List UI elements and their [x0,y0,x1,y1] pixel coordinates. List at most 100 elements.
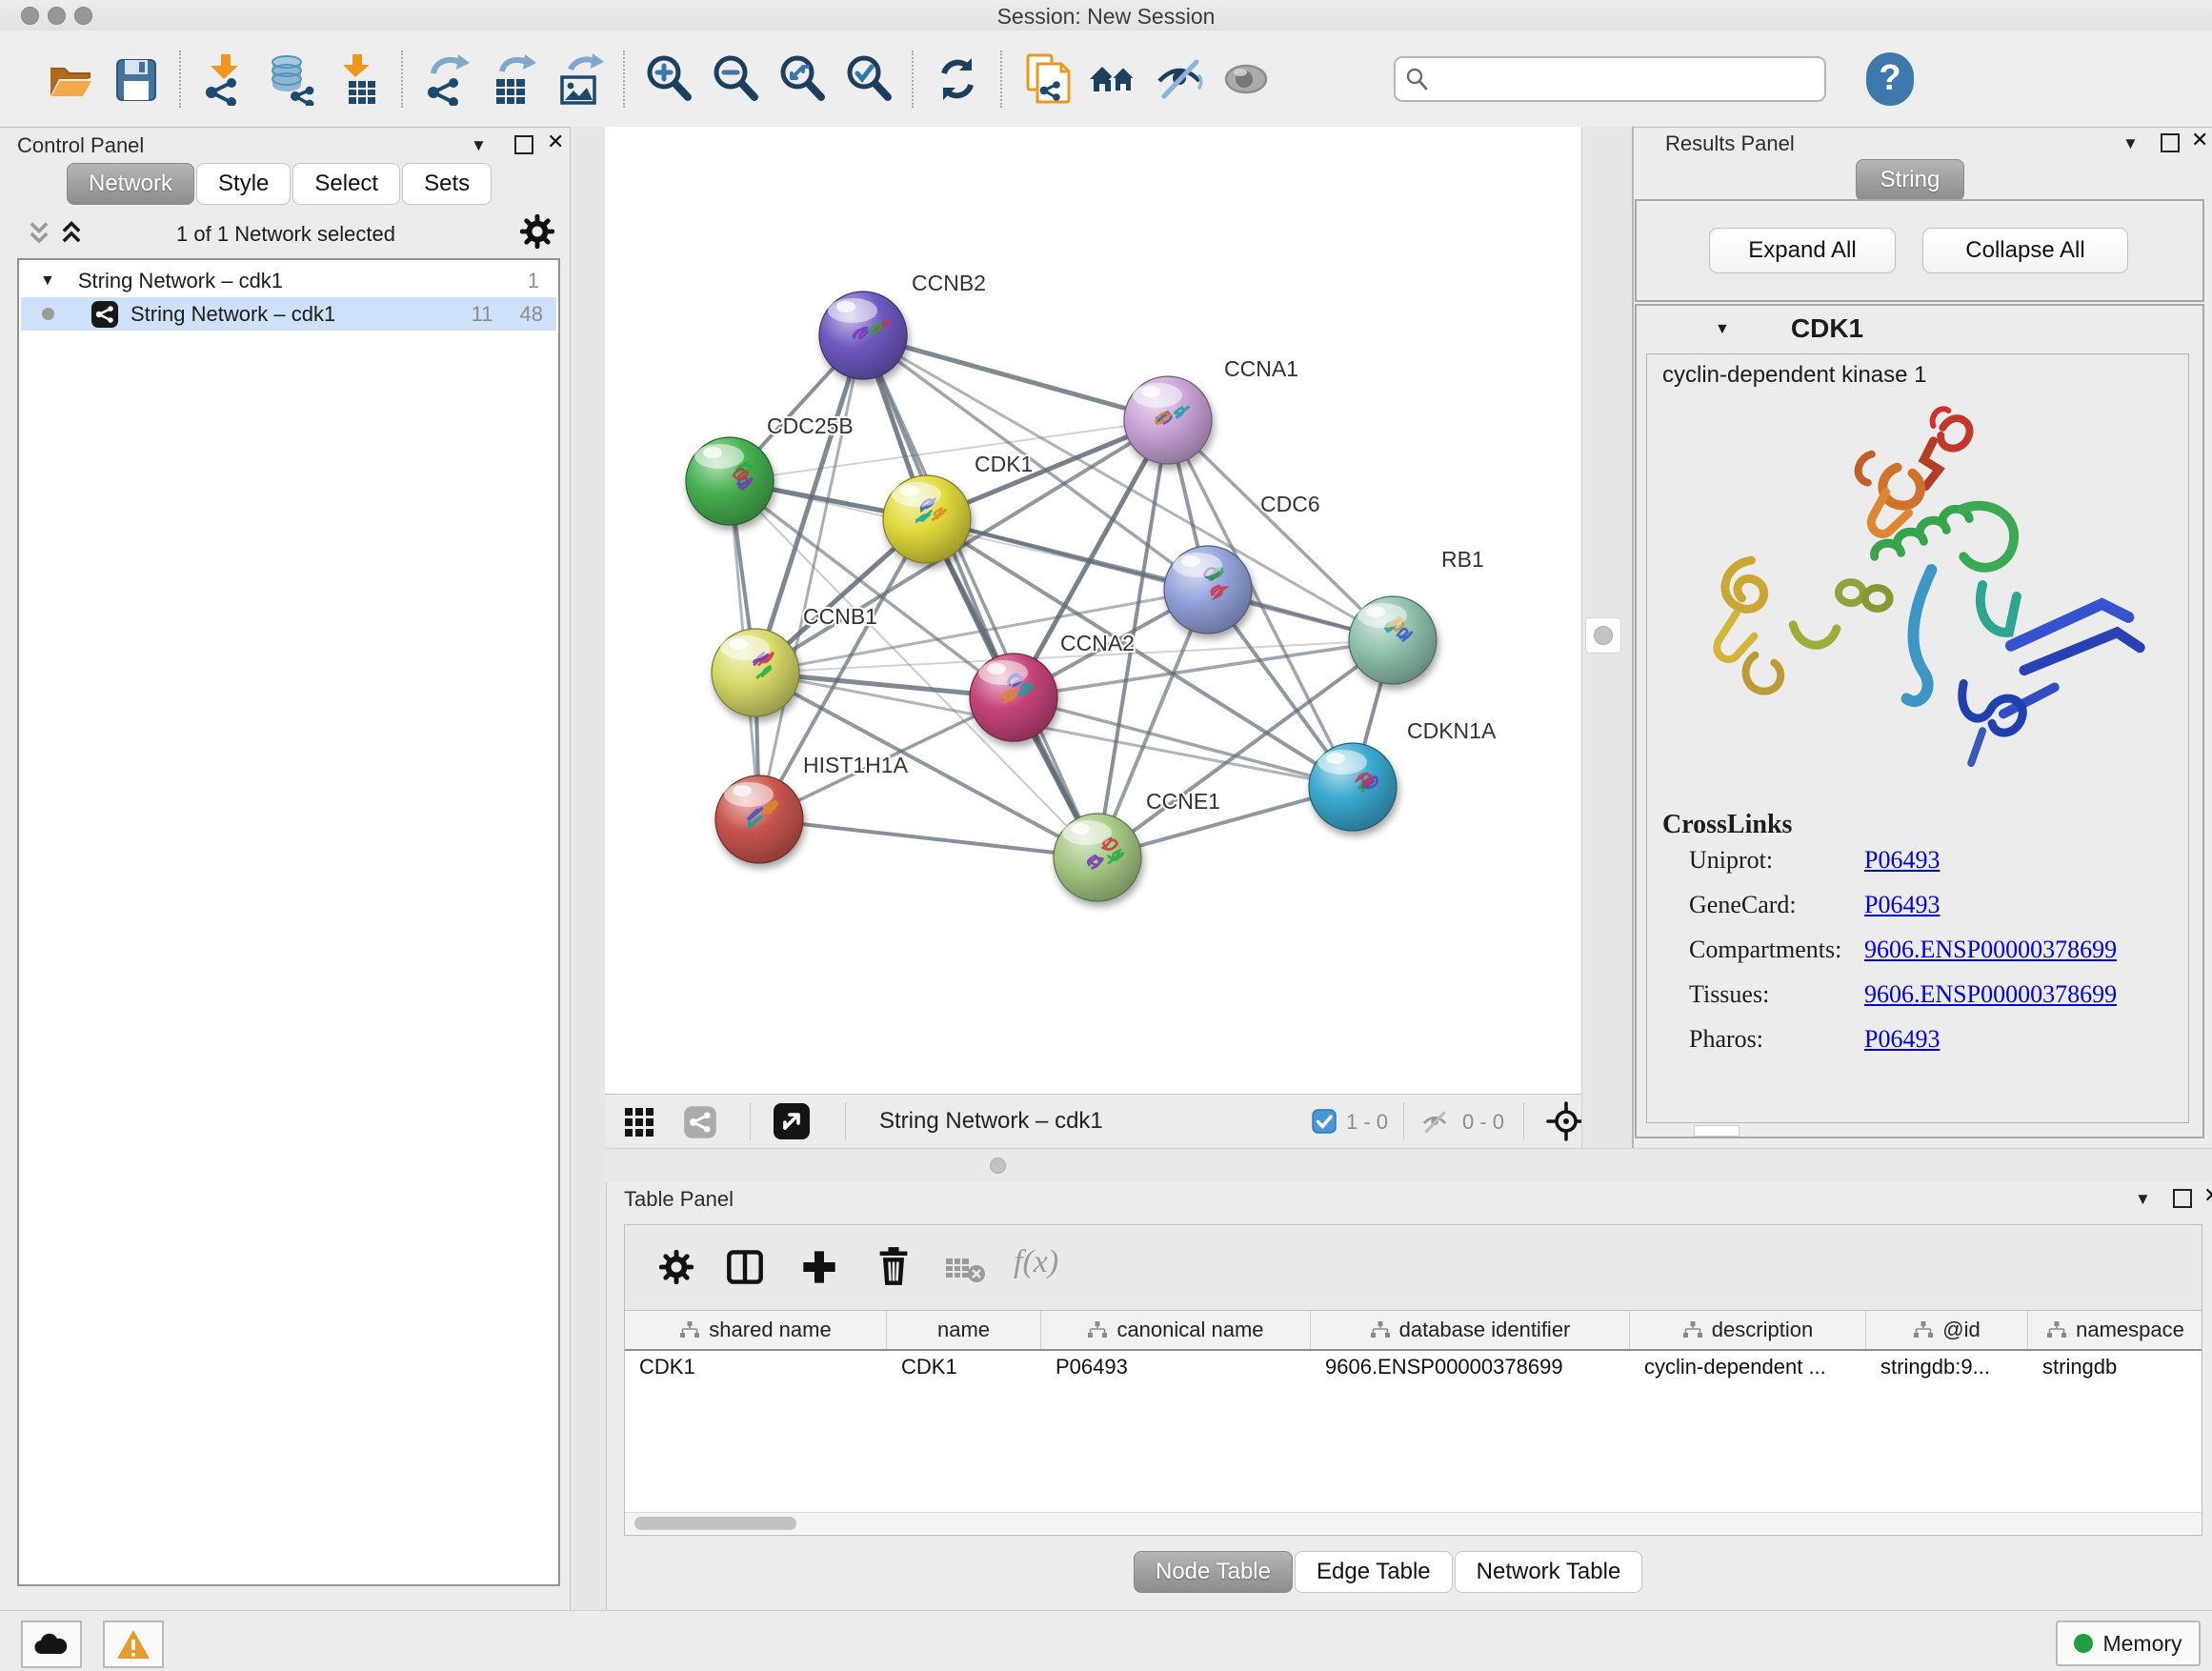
add-column-icon[interactable] [800,1248,838,1286]
zoom-fit-icon [777,52,827,106]
tab-edge-table[interactable]: Edge Table [1295,1551,1453,1593]
zoom-out-button[interactable] [702,49,769,110]
delete-table-icon[interactable] [945,1256,987,1284]
column-header-label: name [937,1318,990,1342]
column-header-canonicalname[interactable]: canonical name [1041,1311,1311,1349]
tab-select[interactable]: Select [292,163,400,205]
control-panel-close-button[interactable]: ✕ [547,130,564,154]
crosslink-link[interactable]: P06493 [1864,846,1940,875]
right-splitter[interactable] [1581,127,1634,1148]
results-panel-close-button[interactable]: ✕ [2191,128,2208,152]
table-cell[interactable]: stringdb:9... [1866,1349,2028,1385]
cloud-status-button[interactable] [21,1621,82,1668]
network-node-CDK1[interactable]: CDK1 [883,452,1033,563]
tab-string[interactable]: String [1856,159,1964,201]
column-header-databaseidentifier[interactable]: database identifier [1311,1311,1630,1349]
help-button[interactable]: ? [1866,52,1914,106]
network-node-CCNB1[interactable]: CCNB1 [712,604,877,716]
open-file-button[interactable] [36,49,103,110]
table-options-gear-icon[interactable] [659,1250,694,1284]
results-scrollbar-thumb[interactable] [1694,1125,1739,1137]
birds-eye-view-icon[interactable] [1546,1101,1586,1141]
results-panel-collapse-icon[interactable]: ▼ [2122,134,2139,153]
table-hscrollbar-thumb[interactable] [634,1517,796,1530]
hidden-eye-slash-icon[interactable] [1420,1108,1449,1137]
column-type-icon [1370,1320,1391,1339]
expand-all-button[interactable]: Expand All [1709,228,1896,273]
network-node-CCNE1[interactable]: CCNE1 [1054,789,1220,901]
export-image-button[interactable] [547,49,613,110]
control-panel-collapse-icon[interactable]: ▼ [471,136,487,155]
tab-sets[interactable]: Sets [402,163,492,205]
import-network-button[interactable] [191,49,258,110]
horizontal-splitter[interactable] [605,1148,2212,1182]
results-panel-float-button[interactable] [2161,133,2180,152]
memory-label: Memory [2102,1631,2182,1657]
column-header-name[interactable]: name [887,1311,1041,1349]
table-panel-close-button[interactable]: ✕ [2203,1183,2212,1208]
network-node-CDC25B[interactable]: CDC25B [686,413,854,525]
crosslink-link[interactable]: P06493 [1864,1025,1940,1054]
table-cell[interactable]: CDK1 [625,1349,887,1385]
show-columns-icon[interactable] [726,1248,764,1286]
column-header-sharedname[interactable]: shared name [625,1311,887,1349]
splitter-handle[interactable] [1585,617,1621,654]
save-session-button[interactable] [103,49,170,110]
network-collection-row[interactable]: ▼ String Network – cdk1 1 [21,264,556,297]
network-row[interactable]: String Network – cdk1 11 48 [21,297,556,331]
network-node-RB1[interactable]: RB1 [1349,547,1484,684]
hide-selected-button[interactable] [1146,49,1213,110]
tab-network-table[interactable]: Network Table [1455,1551,1643,1593]
column-header-namespace[interactable]: namespace [2028,1311,2202,1349]
import-network-database-button[interactable] [258,49,325,110]
export-table-button[interactable] [480,49,547,110]
zoom-in-button[interactable] [635,49,702,110]
splitter-handle-dot[interactable] [990,1158,1006,1174]
zoom-selected-button[interactable] [835,49,902,110]
home-layout-button[interactable] [1079,49,1146,110]
show-all-button[interactable] [1213,49,1279,110]
search-input[interactable] [1430,66,1796,92]
network-node-CDKN1A[interactable]: CDKN1A [1309,718,1497,831]
table-cell[interactable]: cyclin-dependent ... [1630,1349,1866,1385]
open-in-new-window-icon[interactable] [773,1102,811,1140]
crosslink-link[interactable]: 9606.ENSP00000378699 [1864,936,2117,964]
toolbar-separator [623,50,626,108]
table-hscrollbar-track[interactable] [625,1512,2202,1534]
selected-checkbox-icon[interactable] [1312,1109,1337,1134]
table-cell[interactable]: 9606.ENSP00000378699 [1311,1349,1630,1385]
expand-tree-chevrons-icon[interactable] [27,220,51,247]
grid-view-icon[interactable] [624,1107,654,1137]
zoom-fit-button[interactable] [769,49,835,110]
table-cell[interactable]: stringdb [2028,1349,2202,1385]
tab-style[interactable]: Style [196,163,291,205]
tab-network[interactable]: Network [67,163,194,205]
crosslink-link[interactable]: P06493 [1864,891,1940,919]
left-splitter[interactable] [570,127,607,1610]
export-network-button[interactable] [413,49,480,110]
warnings-button[interactable] [103,1621,164,1668]
network-canvas[interactable]: CCNB2CCNA1CDC25BCDK1CDC6RB1CCNB1CCNA2CDK… [605,127,1581,1094]
import-table-button[interactable] [325,49,392,110]
control-panel-float-button[interactable] [514,135,533,154]
delete-column-icon[interactable] [875,1246,913,1286]
function-builder-icon[interactable]: f(x) [1014,1244,1058,1280]
table-panel-float-button[interactable] [2173,1189,2192,1208]
column-header-description[interactable]: description [1630,1311,1866,1349]
network-options-gear-icon[interactable] [520,214,554,249]
network-node-CCNA1[interactable]: CCNA1 [1124,356,1298,464]
column-header-id[interactable]: @id [1866,1311,2028,1349]
network-view-share-icon[interactable] [683,1105,717,1139]
crosslink-link[interactable]: 9606.ENSP00000378699 [1864,980,2117,1009]
table-cell[interactable]: P06493 [1041,1349,1311,1385]
network-node-HIST1H1A[interactable]: HIST1H1A [715,753,909,863]
refresh-view-button[interactable] [924,49,991,110]
memory-button[interactable]: Memory [2056,1621,2201,1666]
tab-node-table[interactable]: Node Table [1134,1551,1293,1593]
collapse-tree-chevrons-icon[interactable] [59,220,84,247]
table-panel-collapse-icon[interactable]: ▼ [2135,1190,2151,1209]
tree-disclosure-icon[interactable]: ▼ [40,272,55,290]
duplicate-network-view-button[interactable] [1013,49,1079,110]
table-cell[interactable]: CDK1 [887,1349,1041,1385]
collapse-all-button[interactable]: Collapse All [1922,228,2128,273]
